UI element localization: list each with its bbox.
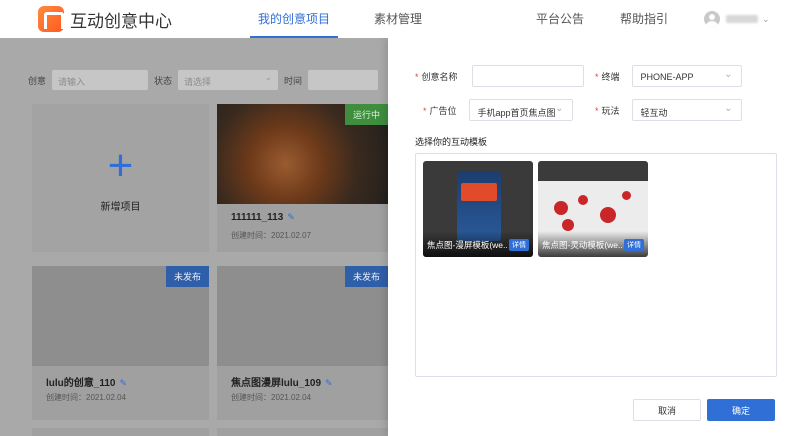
creative-filter-input[interactable]: 请输入 <box>52 70 149 90</box>
user-menu[interactable]: ⌄ <box>704 11 770 27</box>
main-nav: 我的创意项目 素材管理 <box>250 0 458 38</box>
project-card[interactable]: 未发布 焦点图漫屏lulu_109 ✎ 创建时间：2021.02.04 <box>217 266 388 420</box>
edit-icon[interactable]: ✎ <box>287 212 295 222</box>
creative-filter-label: 创意 <box>28 75 47 86</box>
adpos-row: * 广告位 手机app首页焦点图 <box>423 99 573 121</box>
project-card[interactable]: 运行中 111111_113 ✎ 创建时间：2021.02.07 <box>217 104 388 252</box>
template-card[interactable]: 焦点图-灵动模板(we... 详情 <box>538 161 648 257</box>
template-section-title: 选择你的互动模板 <box>415 137 488 147</box>
project-title: lulu的创意_110 ✎ <box>46 378 128 389</box>
project-card-partial[interactable] <box>32 428 209 436</box>
nav-announcements[interactable]: 平台公告 <box>528 0 592 38</box>
play-select[interactable]: 轻互动 <box>631 99 742 121</box>
app-title: 互动创意中心 <box>70 11 172 31</box>
project-title: 焦点图漫屏lulu_109 ✎ <box>231 378 333 389</box>
chevron-down-icon: ⌄ <box>762 13 770 24</box>
edit-icon[interactable]: ✎ <box>119 378 127 388</box>
edit-icon[interactable]: ✎ <box>325 378 333 388</box>
template-preview-header <box>538 161 648 181</box>
create-project-drawer: *创意名称 *终端 PHONE-APP *广告位 手机app首页焦点图 *玩法 … <box>388 38 800 436</box>
new-project-card[interactable]: + 新增项目 <box>32 104 209 252</box>
nav-materials[interactable]: 素材管理 <box>366 0 430 38</box>
project-date: 创建时间：2021.02.04 <box>231 393 312 402</box>
time-filter-input[interactable] <box>308 70 379 90</box>
name-row: * 创意名称 <box>415 65 584 87</box>
adpos-select[interactable]: 手机app首页焦点图 <box>468 99 573 121</box>
template-name: 焦点图-灵动模板(we... <box>542 240 622 250</box>
header-right: 平台公告 帮助指引 ⌄ <box>528 0 770 38</box>
project-card-partial[interactable] <box>217 428 388 436</box>
project-date: 创建时间：2021.02.04 <box>46 393 127 402</box>
cancel-button[interactable]: 取消 <box>633 399 701 421</box>
name-input[interactable] <box>471 65 584 87</box>
project-date: 创建时间：2021.02.07 <box>231 231 312 240</box>
logo-icon <box>38 6 64 32</box>
nav-my-projects[interactable]: 我的创意项目 <box>250 0 339 38</box>
terminal-label: * 终端 <box>595 71 620 82</box>
play-row: * 玩法 轻互动 <box>595 99 742 121</box>
terminal-select[interactable]: PHONE-APP <box>631 65 742 87</box>
adpos-label: * 广告位 <box>423 105 457 116</box>
filter-bar: 创意 请输入 状态 请选择 时间 <box>28 70 379 90</box>
template-card[interactable]: 焦点图-漫屏模板(we... 详情 <box>423 161 533 257</box>
status-badge: 未发布 <box>165 266 209 287</box>
top-header: 互动创意中心 我的创意项目 素材管理 平台公告 帮助指引 ⌄ <box>0 0 800 38</box>
project-title: 111111_113 ✎ <box>231 212 295 223</box>
plus-icon: + <box>107 140 134 190</box>
status-badge: 未发布 <box>344 266 388 287</box>
app-logo[interactable]: 互动创意中心 <box>38 6 172 32</box>
template-detail-button[interactable]: 详情 <box>624 239 644 251</box>
play-label: * 玩法 <box>595 105 620 116</box>
time-filter-label: 时间 <box>284 75 303 86</box>
avatar-icon <box>704 11 721 27</box>
status-filter-select[interactable]: 请选择 <box>178 70 279 90</box>
status-badge: 运行中 <box>344 104 388 125</box>
status-filter-label: 状态 <box>154 75 173 86</box>
username-blurred <box>726 15 759 23</box>
template-name: 焦点图-漫屏模板(we... <box>427 240 507 250</box>
template-list: 焦点图-漫屏模板(we... 详情 焦点图-灵动模板(we... 详情 <box>415 153 777 377</box>
project-card[interactable]: 未发布 lulu的创意_110 ✎ 创建时间：2021.02.04 <box>32 266 209 420</box>
nav-help[interactable]: 帮助指引 <box>612 0 676 38</box>
terminal-row: * 终端 PHONE-APP <box>595 65 742 87</box>
new-project-label: 新增项目 <box>100 201 141 213</box>
template-detail-button[interactable]: 详情 <box>509 239 529 251</box>
confirm-button[interactable]: 确定 <box>707 399 775 421</box>
name-label: * 创意名称 <box>415 71 458 82</box>
